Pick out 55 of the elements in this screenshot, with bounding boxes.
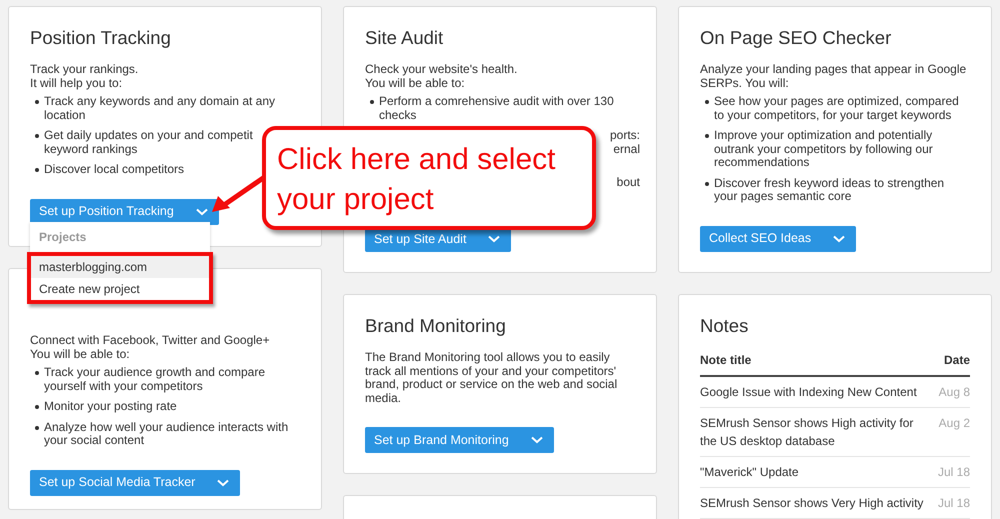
- chevron-down-icon: [196, 208, 208, 216]
- card-description: Connect with Facebook, Twitter and Google+: [30, 334, 271, 348]
- card-description: Track your rankings.: [30, 63, 140, 76]
- card-description: The Brand Monitoring tool allows you to easily track all mentions of your and your competitors' brand, product or service on the web and social media.: [365, 351, 618, 405]
- note-date: Jul 18: [938, 464, 970, 481]
- covered-text: ernal: [613, 142, 640, 156]
- chevron-down-icon: [833, 234, 846, 242]
- dropdown-item[interactable]: Create new project: [31, 278, 209, 300]
- covered-text: bout: [616, 176, 640, 190]
- card-description: It will help you to:: [30, 76, 124, 90]
- bullet-icon: [35, 168, 39, 172]
- bullet-item: Discover fresh keyword ideas to strengthen your pages semantic core: [714, 176, 946, 204]
- bullet-icon: [35, 371, 39, 375]
- note-date: Aug 8: [938, 384, 970, 401]
- note-title[interactable]: Google Issue with Indexing New Content: [700, 383, 917, 401]
- note-title[interactable]: "Maverick" Update: [700, 463, 799, 481]
- column-header: Note title: [700, 352, 752, 369]
- bullet-icon: [35, 426, 39, 430]
- note-title[interactable]: SEMrush Sensor shows Very High activity: [700, 494, 924, 512]
- chevron-down-icon: [530, 436, 543, 444]
- covered-text: ports:: [610, 129, 640, 142]
- card-description: You will be able to:: [365, 76, 466, 90]
- card-description: Analyze your landing pages that appear in Google SERPs. You will:: [700, 63, 968, 90]
- card-title: Position Tracking: [30, 27, 172, 49]
- bullet-item: Improve your optimization and potentially outrank your competitors by following our recommendations: [714, 129, 934, 170]
- bullet-icon: [370, 100, 374, 104]
- bullet-item: Discover local competitors: [44, 163, 184, 176]
- bullet-icon: [35, 100, 39, 104]
- bullet-icon: [705, 134, 709, 138]
- bullet-icon: [35, 134, 39, 138]
- note-date: Jul 18: [938, 495, 970, 512]
- card-description: Check your website's health.: [365, 63, 518, 76]
- callout-text: Click here and select your project: [277, 143, 556, 216]
- note-title[interactable]: SEMrush Sensor shows High activity for the US desktop database: [700, 414, 931, 450]
- card-description: You will be able to:: [30, 348, 131, 361]
- note-date: Aug 2: [938, 415, 970, 432]
- bullet-item: Track any keywords and any domain at any location: [44, 95, 276, 122]
- dropdown-header: Projects: [30, 222, 210, 252]
- bullet-icon: [35, 405, 39, 409]
- bullet-icon: [705, 100, 709, 104]
- card-title: Site Audit: [365, 27, 444, 49]
- bullet-icon: [705, 182, 709, 186]
- dropdown-item[interactable]: masterblogging.com: [31, 256, 209, 278]
- bullet-item: See how your pages are optimized, compared to your competitors, for your target keywords: [714, 95, 960, 122]
- card-title: Brand Monitoring: [365, 315, 507, 337]
- bullet-item: Track your audience growth and compare yourself with your competitors: [44, 366, 266, 393]
- bullet-item: Analyze how well your audience interacts with your social content: [44, 420, 290, 448]
- bullet-item: Monitor your posting rate: [44, 400, 177, 414]
- chevron-down-icon: [488, 235, 500, 243]
- card-title: Notes: [700, 315, 750, 337]
- chevron-down-icon: [217, 478, 230, 486]
- bullet-item: Get daily updates on your and competit keyword rankings: [44, 129, 253, 156]
- bullet-item: Perform a comrehensive audit with over 130 checks: [379, 95, 615, 122]
- column-header: Date: [944, 352, 970, 369]
- card-title: On Page SEO Checker: [700, 27, 892, 49]
